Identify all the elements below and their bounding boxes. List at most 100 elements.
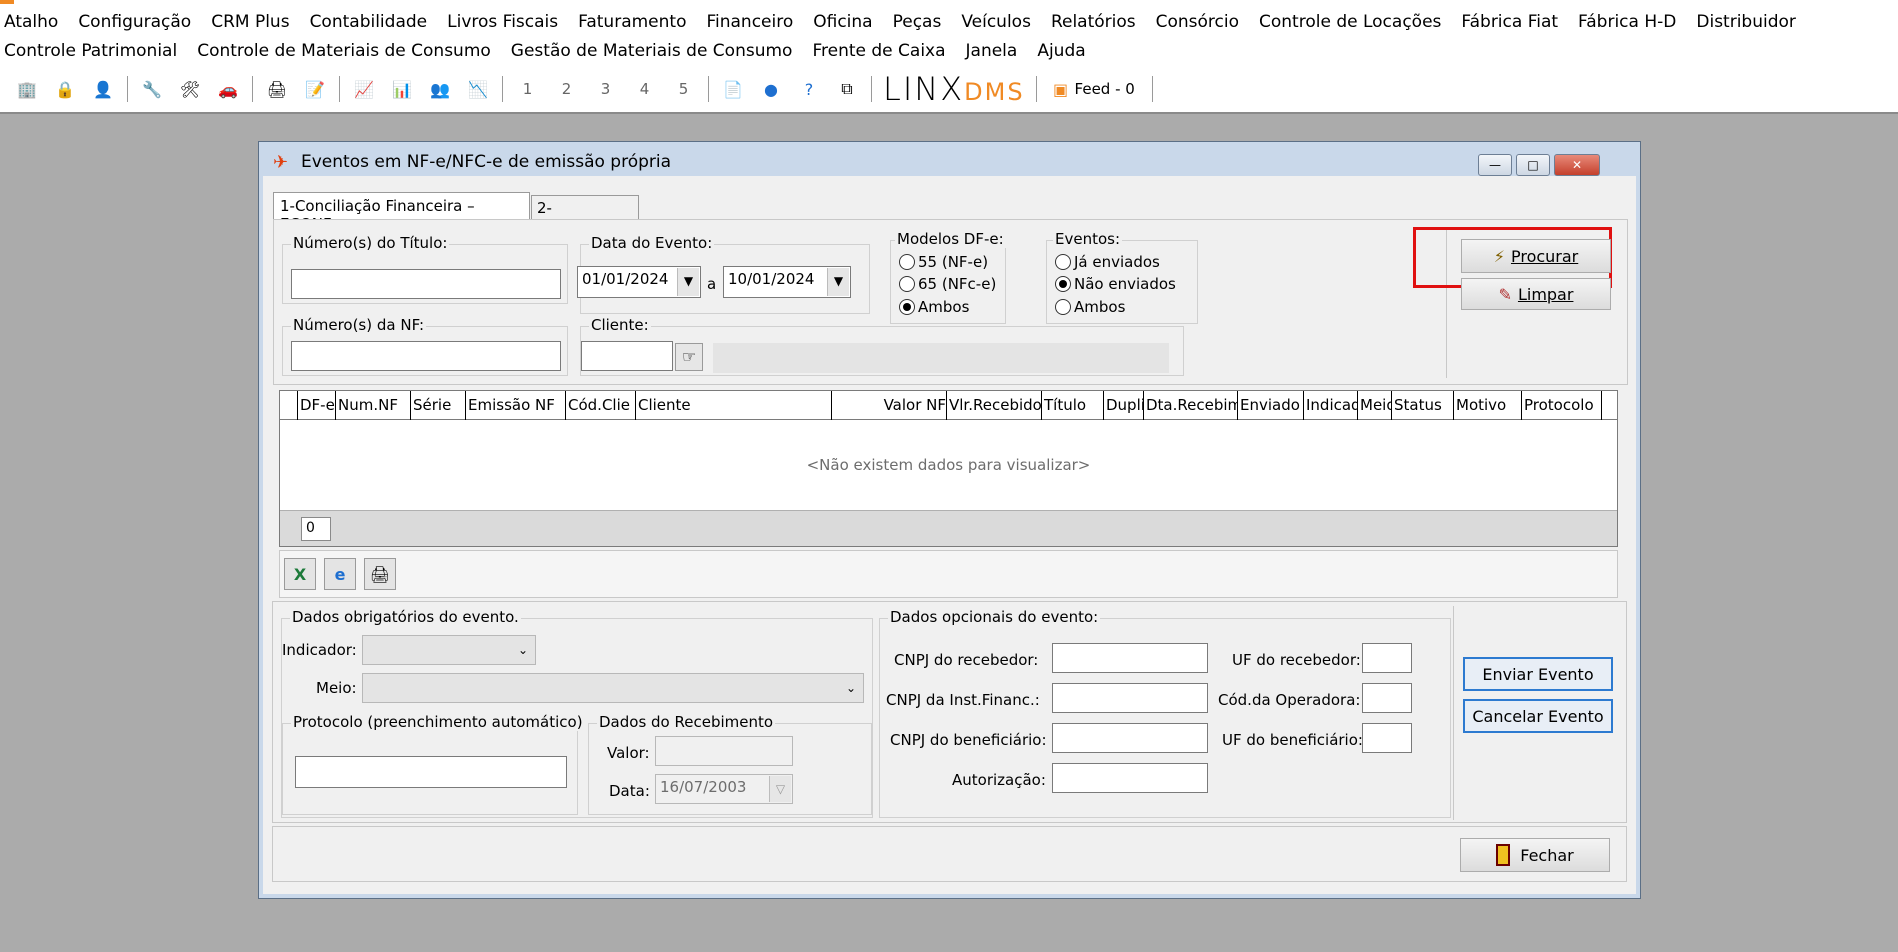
- window-number-4[interactable]: 4: [625, 80, 664, 98]
- column-header[interactable]: Dupli: [1104, 391, 1144, 420]
- data-from-picker[interactable]: 01/01/2024 ▼: [577, 266, 701, 298]
- nf-input[interactable]: [291, 341, 561, 371]
- menu-ajuda[interactable]: Ajuda: [1037, 41, 1085, 61]
- titulo-input[interactable]: [291, 269, 561, 299]
- help-icon[interactable]: ?: [797, 77, 821, 101]
- mechanic-icon[interactable]: 🛠: [178, 77, 202, 101]
- menu-financeiro[interactable]: Financeiro: [706, 12, 793, 32]
- graph-icon[interactable]: 📉: [466, 77, 490, 101]
- browser-export-icon[interactable]: e: [324, 558, 356, 590]
- events-table[interactable]: DF-e Num.NF Série Emissão NF Cód.Clie Cliente…: [279, 390, 1618, 547]
- radio-nao-enviados[interactable]: Não enviados: [1055, 275, 1176, 293]
- menu-livros-fiscais[interactable]: Livros Fiscais: [447, 12, 558, 32]
- chevron-down-icon[interactable]: ⌄: [840, 675, 862, 701]
- menu-relatorios[interactable]: Relatórios: [1051, 12, 1136, 32]
- indicador-select[interactable]: ⌄: [362, 635, 536, 665]
- document-icon[interactable]: 📄: [721, 77, 745, 101]
- maximize-button[interactable]: □: [1516, 154, 1550, 176]
- chevron-down-icon[interactable]: ▼: [827, 268, 849, 296]
- window-number-1[interactable]: 1: [508, 80, 547, 98]
- tools-icon[interactable]: 🔧: [140, 77, 164, 101]
- radio-ja-enviados[interactable]: Já enviados: [1055, 253, 1160, 271]
- window-number-5[interactable]: 5: [664, 80, 703, 98]
- column-header[interactable]: Status: [1392, 391, 1454, 420]
- enviar-evento-button[interactable]: Enviar Evento: [1463, 657, 1613, 691]
- menu-frente-caixa[interactable]: Frente de Caixa: [812, 41, 945, 61]
- column-header[interactable]: Valor NF: [832, 391, 947, 420]
- menu-fabrica-hd[interactable]: Fábrica H-D: [1578, 12, 1676, 32]
- column-header[interactable]: Protocolo: [1522, 391, 1602, 420]
- menu-gestao-materiais[interactable]: Gestão de Materiais de Consumo: [511, 41, 793, 61]
- menu-distribuidor[interactable]: Distribuidor: [1696, 12, 1796, 32]
- autorizacao-input[interactable]: [1052, 763, 1208, 793]
- menu-veiculos[interactable]: Veículos: [961, 12, 1031, 32]
- menu-faturamento[interactable]: Faturamento: [578, 12, 686, 32]
- cliente-input[interactable]: [581, 341, 673, 371]
- uf-benef-input[interactable]: [1362, 723, 1412, 753]
- column-header[interactable]: DF-e: [298, 391, 336, 420]
- cnpj-inst-input[interactable]: [1052, 683, 1208, 713]
- valor-input[interactable]: [655, 736, 793, 766]
- car-icon[interactable]: 🚗: [216, 77, 240, 101]
- menu-configuracao[interactable]: Configuração: [78, 12, 191, 32]
- cancelar-evento-button[interactable]: Cancelar Evento: [1463, 699, 1613, 733]
- minimize-button[interactable]: —: [1478, 154, 1512, 176]
- protocolo-input[interactable]: [295, 756, 567, 788]
- chart2-icon[interactable]: 📊: [390, 77, 414, 101]
- column-header[interactable]: Num.NF: [336, 391, 411, 420]
- menu-pecas[interactable]: Peças: [893, 12, 942, 32]
- building-icon[interactable]: 🏢: [15, 77, 39, 101]
- column-header[interactable]: Série: [411, 391, 466, 420]
- radio-modelo-55[interactable]: 55 (NF-e): [899, 253, 988, 271]
- column-header[interactable]: Indicad: [1304, 391, 1358, 420]
- feed-icon[interactable]: ▣: [1049, 77, 1073, 101]
- fechar-button[interactable]: Fechar: [1460, 838, 1610, 872]
- column-header[interactable]: Título: [1042, 391, 1104, 420]
- menu-consorcio[interactable]: Consórcio: [1156, 12, 1239, 32]
- cnpj-benef-input[interactable]: [1052, 723, 1208, 753]
- column-header[interactable]: Dta.Recebim: [1144, 391, 1238, 420]
- uf-recebedor-input[interactable]: [1362, 643, 1412, 673]
- radio-eventos-ambos[interactable]: Ambos: [1055, 298, 1125, 316]
- lock-icon[interactable]: 🔒: [53, 77, 77, 101]
- menu-controle-materiais[interactable]: Controle de Materiais de Consumo: [197, 41, 491, 61]
- menu-crm-plus[interactable]: CRM Plus: [211, 12, 289, 32]
- cnpj-recebedor-input[interactable]: [1052, 643, 1208, 673]
- column-header[interactable]: Meio: [1358, 391, 1392, 420]
- column-header[interactable]: Motivo: [1454, 391, 1522, 420]
- column-header[interactable]: Enviado: [1238, 391, 1304, 420]
- menu-janela[interactable]: Janela: [966, 41, 1018, 61]
- meio-select[interactable]: ⌄: [362, 673, 864, 703]
- menu-controle-patrimonial[interactable]: Controle Patrimonial: [4, 41, 177, 61]
- menu-oficina[interactable]: Oficina: [813, 12, 872, 32]
- windows-icon[interactable]: ⧉: [835, 77, 859, 101]
- radio-modelo-ambos[interactable]: Ambos: [899, 298, 969, 316]
- print-icon[interactable]: 🖨: [364, 558, 396, 590]
- printer-icon[interactable]: 🖨: [265, 77, 289, 101]
- tab-conciliacao[interactable]: 1-Conciliação Financeira – ECONF: [273, 192, 530, 233]
- limpar-button[interactable]: ✎ Limpar: [1461, 278, 1611, 310]
- tab-prorrogacao[interactable]: 2-Prorrogação: [531, 195, 639, 235]
- close-button[interactable]: ✕: [1554, 154, 1600, 176]
- chevron-down-icon[interactable]: ▼: [677, 268, 699, 296]
- people-icon[interactable]: 👥: [428, 77, 452, 101]
- play-icon[interactable]: ●: [759, 77, 783, 101]
- chart-icon[interactable]: 📈: [352, 77, 376, 101]
- window-number-3[interactable]: 3: [586, 80, 625, 98]
- menu-atalho[interactable]: Atalho: [4, 12, 58, 32]
- chevron-down-icon[interactable]: ⌄: [512, 637, 534, 663]
- note-icon[interactable]: 📝: [303, 77, 327, 101]
- column-header[interactable]: Emissão NF: [466, 391, 566, 420]
- window-number-2[interactable]: 2: [547, 80, 586, 98]
- cliente-search-icon[interactable]: ☞: [675, 343, 703, 371]
- radio-modelo-65[interactable]: 65 (NFc-e): [899, 275, 996, 293]
- excel-export-icon[interactable]: X: [284, 558, 316, 590]
- cod-operadora-input[interactable]: [1362, 683, 1412, 713]
- feed-label[interactable]: Feed - 0: [1075, 80, 1135, 98]
- column-header[interactable]: Cliente: [636, 391, 832, 420]
- menu-fabrica-fiat[interactable]: Fábrica Fiat: [1461, 12, 1558, 32]
- chevron-down-icon[interactable]: ▽: [769, 776, 791, 802]
- window-titlebar[interactable]: ✈ Eventos em NF-e/NFC-e de emissão própr…: [263, 146, 1636, 176]
- user-icon[interactable]: 👤: [91, 77, 115, 101]
- data-to-picker[interactable]: 10/01/2024 ▼: [723, 266, 851, 298]
